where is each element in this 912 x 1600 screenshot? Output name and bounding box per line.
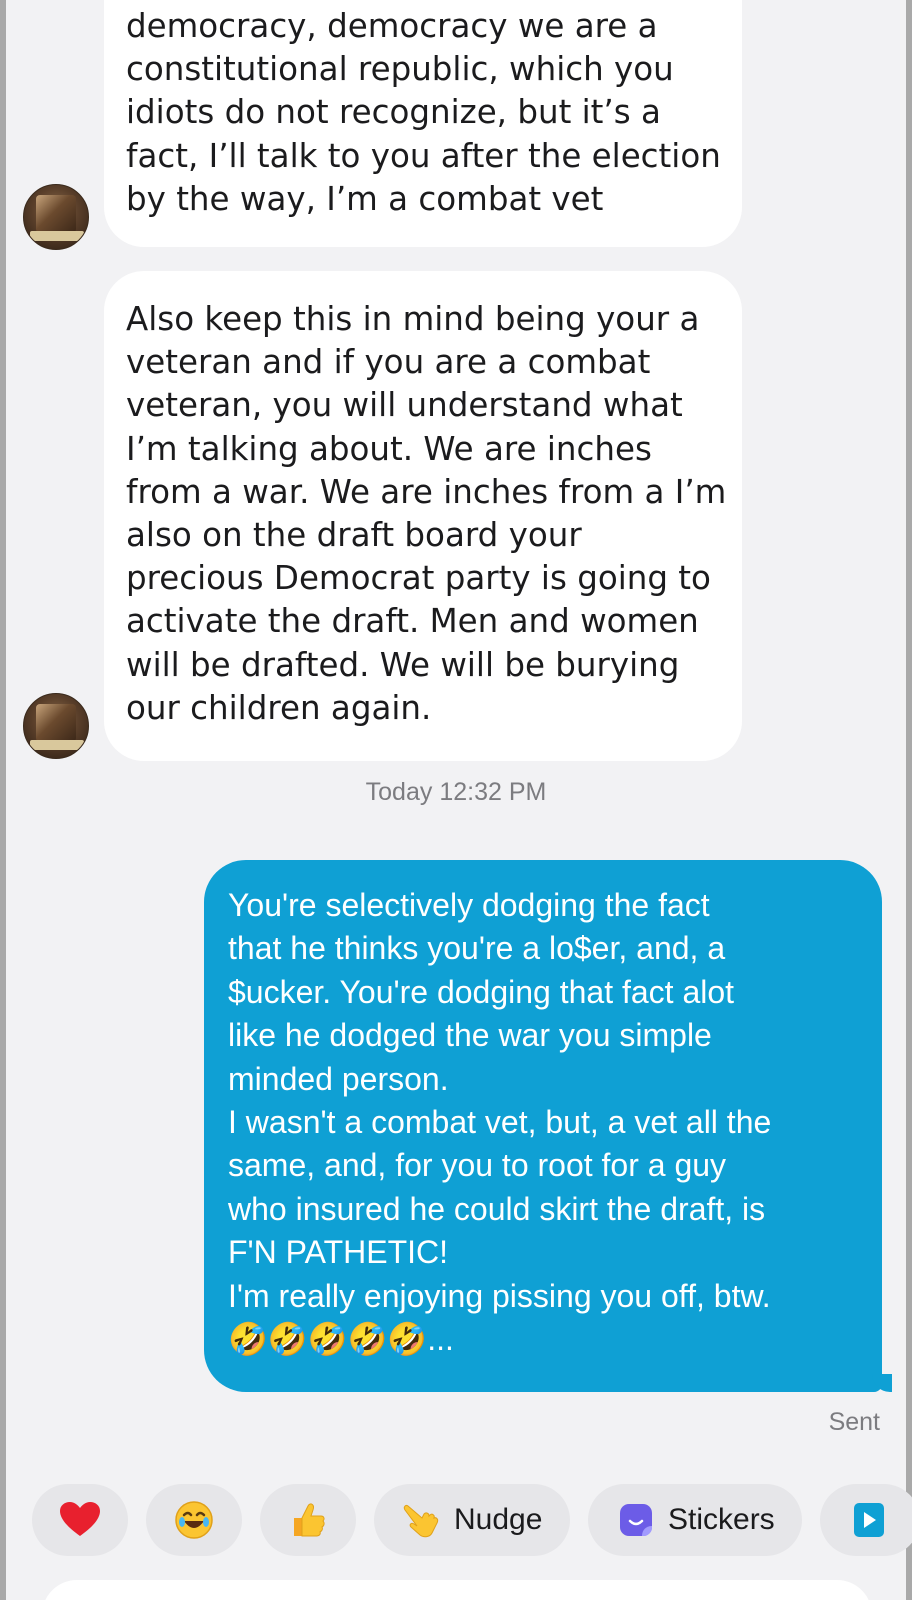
message-line: from a war. We are inches from a I’m — [126, 472, 727, 511]
laugh-reaction-button[interactable] — [146, 1484, 242, 1556]
message-line: I’m talking about. We are inches — [126, 429, 652, 468]
message-line: idiots do not recognize, but it’s a — [126, 93, 661, 132]
avatar-image-caption — [30, 740, 84, 750]
message-line: I'm really enjoying pissing you off, btw… — [228, 1277, 771, 1314]
contact-avatar[interactable] — [23, 184, 89, 250]
avatar-image-caption — [30, 231, 84, 241]
message-line: democracy, democracy we are a — [126, 7, 658, 45]
stickers-button[interactable]: Stickers — [588, 1484, 802, 1556]
outgoing-message-bubble[interactable]: You're selectively dodging the fact that… — [204, 860, 892, 1392]
message-line: will be drafted. We will be burying — [126, 645, 680, 684]
chat-screen: democracy, democracy we are a constituti… — [0, 0, 912, 1600]
play-icon — [854, 1503, 884, 1537]
message-timestamp: Today 12:32 PM — [365, 778, 547, 806]
message-line: constitutional republic, which you — [126, 50, 674, 89]
message-line: also on the draft board your — [126, 516, 582, 555]
laughing-face-icon — [174, 1500, 214, 1540]
incoming-message-bubble[interactable]: Also keep this in mind being your a vete… — [104, 271, 742, 761]
message-line: same, and, for you to root for a guy — [228, 1147, 727, 1184]
pointing-hand-icon — [402, 1500, 442, 1540]
media-button[interactable] — [820, 1484, 912, 1556]
nudge-label: Nudge — [454, 1503, 543, 1536]
message-line: precious Democrat party is going to — [126, 559, 711, 598]
message-line: minded person. — [228, 1060, 449, 1097]
bubble-tail — [872, 1374, 892, 1392]
emoji-line: 🤣🤣🤣🤣🤣... — [228, 1321, 454, 1358]
thumbs-up-reaction-button[interactable] — [260, 1484, 356, 1556]
message-line: veteran, you will understand what — [126, 386, 683, 425]
message-line: who insured he could skirt the draft, is — [228, 1190, 766, 1227]
message-composer[interactable] — [42, 1580, 872, 1600]
avatar-image — [36, 195, 76, 233]
message-line: our children again. — [126, 688, 432, 727]
message-line: that he thinks you're a lo$er, and, a — [228, 930, 726, 967]
quick-reaction-bar: Nudge Stickers — [32, 1484, 912, 1556]
avatar-image — [36, 704, 76, 742]
incoming-message-bubble[interactable]: democracy, democracy we are a constituti… — [104, 0, 742, 247]
message-line: by the way, I’m a combat vet — [126, 179, 604, 218]
message-line: $ucker. You're dodging that fact alot — [228, 973, 735, 1010]
sticker-icon — [616, 1500, 656, 1540]
message-line: veteran and if you are a combat — [126, 343, 651, 382]
message-line: fact, I’ll talk to you after the electio… — [126, 136, 721, 175]
nudge-button[interactable]: Nudge — [374, 1484, 570, 1556]
message-line: Also keep this in mind being your a — [126, 300, 700, 338]
message-line: I wasn't a combat vet, but, a vet all th… — [228, 1104, 772, 1141]
message-line: You're selectively dodging the fact — [228, 887, 710, 923]
stickers-label: Stickers — [668, 1503, 775, 1536]
red-heart-icon — [60, 1502, 100, 1538]
message-line: F'N PATHETIC! — [228, 1234, 449, 1271]
thumbs-up-icon — [288, 1500, 328, 1540]
message-line: like he dodged the war you simple — [228, 1017, 712, 1054]
sent-status: Sent — [828, 1408, 880, 1436]
contact-avatar[interactable] — [23, 693, 89, 759]
message-line: activate the draft. Men and women — [126, 602, 699, 641]
heart-reaction-button[interactable] — [32, 1484, 128, 1556]
